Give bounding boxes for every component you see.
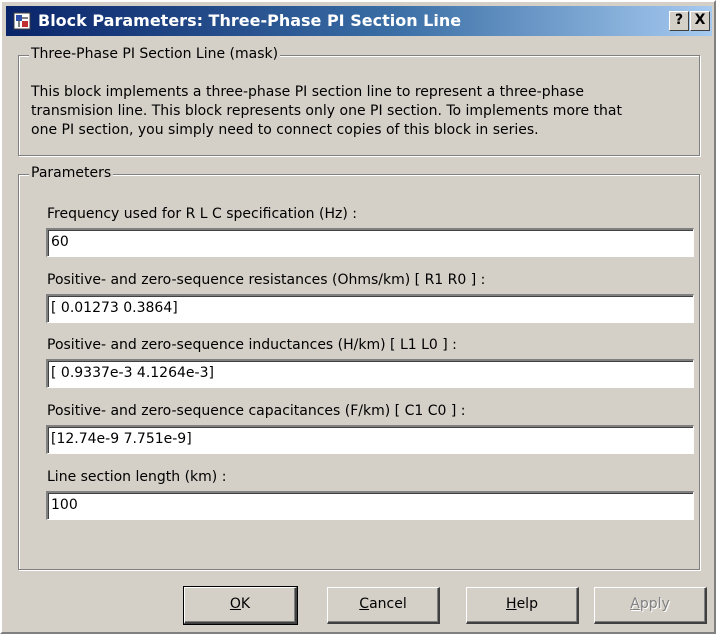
- apply-mnemonic: A: [630, 596, 640, 612]
- apply-button[interactable]: Apply: [594, 587, 707, 624]
- parameters-group-legend: Parameters: [29, 165, 114, 181]
- title-bar[interactable]: Block Parameters: Three-Phase PI Section…: [6, 6, 712, 36]
- help-button[interactable]: Help: [466, 587, 579, 624]
- description-line: This block implements a three-phase PI s…: [31, 84, 584, 100]
- window-title: Block Parameters: Three-Phase PI Section…: [38, 11, 462, 30]
- frequency-label: Frequency used for R L C specification (…: [47, 206, 357, 222]
- ok-button[interactable]: OK: [183, 586, 298, 625]
- line-length-input[interactable]: 100: [46, 491, 694, 520]
- description-line: transmision line. This block represents …: [31, 103, 622, 119]
- resistances-input[interactable]: [ 0.01273 0.3864]: [46, 294, 694, 323]
- close-icon[interactable]: X: [690, 11, 710, 31]
- help-mnemonic: H: [506, 596, 517, 612]
- cancel-button[interactable]: Cancel: [327, 587, 440, 624]
- description-line: one PI section, you simply need to conne…: [31, 122, 539, 138]
- simulink-block-icon: [13, 12, 31, 30]
- cancel-mnemonic: C: [359, 596, 370, 612]
- resistances-label: Positive- and zero-sequence resistances …: [47, 272, 486, 288]
- dialog-window: Block Parameters: Three-Phase PI Section…: [0, 0, 716, 634]
- apply-label-rest: pply: [639, 596, 670, 612]
- ok-mnemonic: O: [229, 596, 241, 612]
- frequency-input[interactable]: 60: [46, 228, 694, 257]
- capacitances-input[interactable]: [12.74e-9 7.751e-9]: [46, 425, 694, 454]
- inductances-label: Positive- and zero-sequence inductances …: [47, 337, 457, 353]
- ok-label-rest: K: [240, 596, 251, 612]
- line-length-label: Line section length (km) :: [47, 469, 227, 485]
- inductances-input[interactable]: [ 0.9337e-3 4.1264e-3]: [46, 359, 694, 388]
- mask-description-group: Three-Phase PI Section Line (mask) This …: [18, 46, 700, 156]
- mask-group-legend: Three-Phase PI Section Line (mask): [29, 46, 281, 62]
- capacitances-label: Positive- and zero-sequence capacitances…: [47, 403, 466, 419]
- cancel-label-rest: ancel: [369, 596, 407, 612]
- mask-description: This block implements a three-phase PI s…: [31, 83, 691, 140]
- help-label-rest: elp: [516, 596, 538, 612]
- help-icon[interactable]: ?: [669, 11, 689, 31]
